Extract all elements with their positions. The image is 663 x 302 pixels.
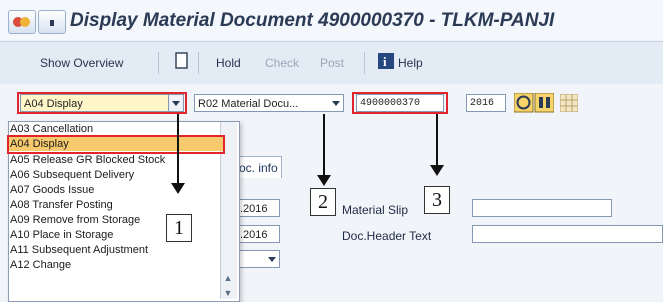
highlight-box-display [7, 135, 225, 154]
secondary-select[interactable] [236, 250, 280, 268]
annotation-arrow-3-head [430, 165, 444, 176]
new-document-icon[interactable] [174, 52, 190, 70]
dropdown-option[interactable]: A10 Place in Storage [10, 228, 113, 242]
reference-select[interactable]: R02 Material Docu... [194, 94, 344, 112]
annotation-arrow-3-line [436, 114, 438, 166]
toolbar-divider [158, 52, 159, 74]
toolbar-divider [198, 52, 199, 74]
post-button[interactable]: Post [320, 56, 344, 70]
annotation-arrow-2-head [317, 175, 331, 186]
help-button[interactable]: Help [398, 56, 423, 70]
system-icon [13, 17, 30, 27]
hold-button[interactable]: Hold [216, 56, 241, 70]
material-slip-label: Material Slip [342, 203, 409, 217]
material-slip-input[interactable] [472, 199, 612, 217]
callout-2: 2 [310, 188, 336, 216]
grid-icon[interactable] [560, 94, 578, 112]
page-title: Display Material Document 4900000370 - T… [70, 10, 555, 31]
reference-select-value: R02 Material Docu... [198, 98, 299, 110]
annotation-arrow-2-line [323, 114, 325, 176]
check-button[interactable]: Check [265, 56, 299, 70]
highlight-box-document [352, 92, 448, 114]
chevron-down-icon[interactable] [265, 251, 279, 267]
callout-1: 1 [166, 214, 192, 242]
dropdown-option[interactable]: A11 Subsequent Adjustment [10, 243, 148, 257]
posting-date-field[interactable]: .2016 [236, 199, 280, 217]
dropdown-option[interactable]: A05 Release GR Blocked Stock [10, 153, 165, 167]
scroll-down-icon[interactable]: ▼ [221, 286, 235, 300]
document-date-field[interactable]: .2016 [236, 225, 280, 243]
execute-search-icons[interactable] [514, 93, 554, 113]
callout-3: 3 [424, 186, 450, 214]
svg-text:i: i [383, 54, 387, 69]
dropdown-option[interactable]: A03 Cancellation [10, 122, 93, 136]
doc-header-text-input[interactable] [472, 225, 663, 243]
scroll-up-icon[interactable]: ▲ [221, 271, 235, 285]
dropdown-option[interactable]: A12 Change [10, 258, 71, 272]
system-menu-button[interactable] [8, 10, 36, 34]
help-icon[interactable]: i [378, 52, 394, 70]
dropdown-option[interactable]: A09 Remove from Storage [10, 213, 140, 227]
highlight-box-action [17, 92, 187, 114]
annotation-arrow-1-head [171, 183, 185, 194]
chevron-down-icon[interactable] [329, 95, 343, 111]
chevron-down-icon [50, 20, 54, 26]
dropdown-option[interactable]: A06 Subsequent Delivery [10, 168, 134, 182]
show-overview-button[interactable]: Show Overview [40, 56, 123, 70]
annotation-arrow-1-line [177, 114, 179, 184]
dropdown-option[interactable]: A08 Transfer Posting [10, 198, 113, 212]
toolbar-divider [364, 52, 365, 74]
doc-header-text-label: Doc.Header Text [342, 229, 432, 243]
dropdown-option[interactable]: A07 Goods Issue [10, 183, 94, 197]
menu-dropdown-button[interactable] [38, 10, 66, 34]
year-input[interactable]: 2016 [466, 94, 506, 112]
